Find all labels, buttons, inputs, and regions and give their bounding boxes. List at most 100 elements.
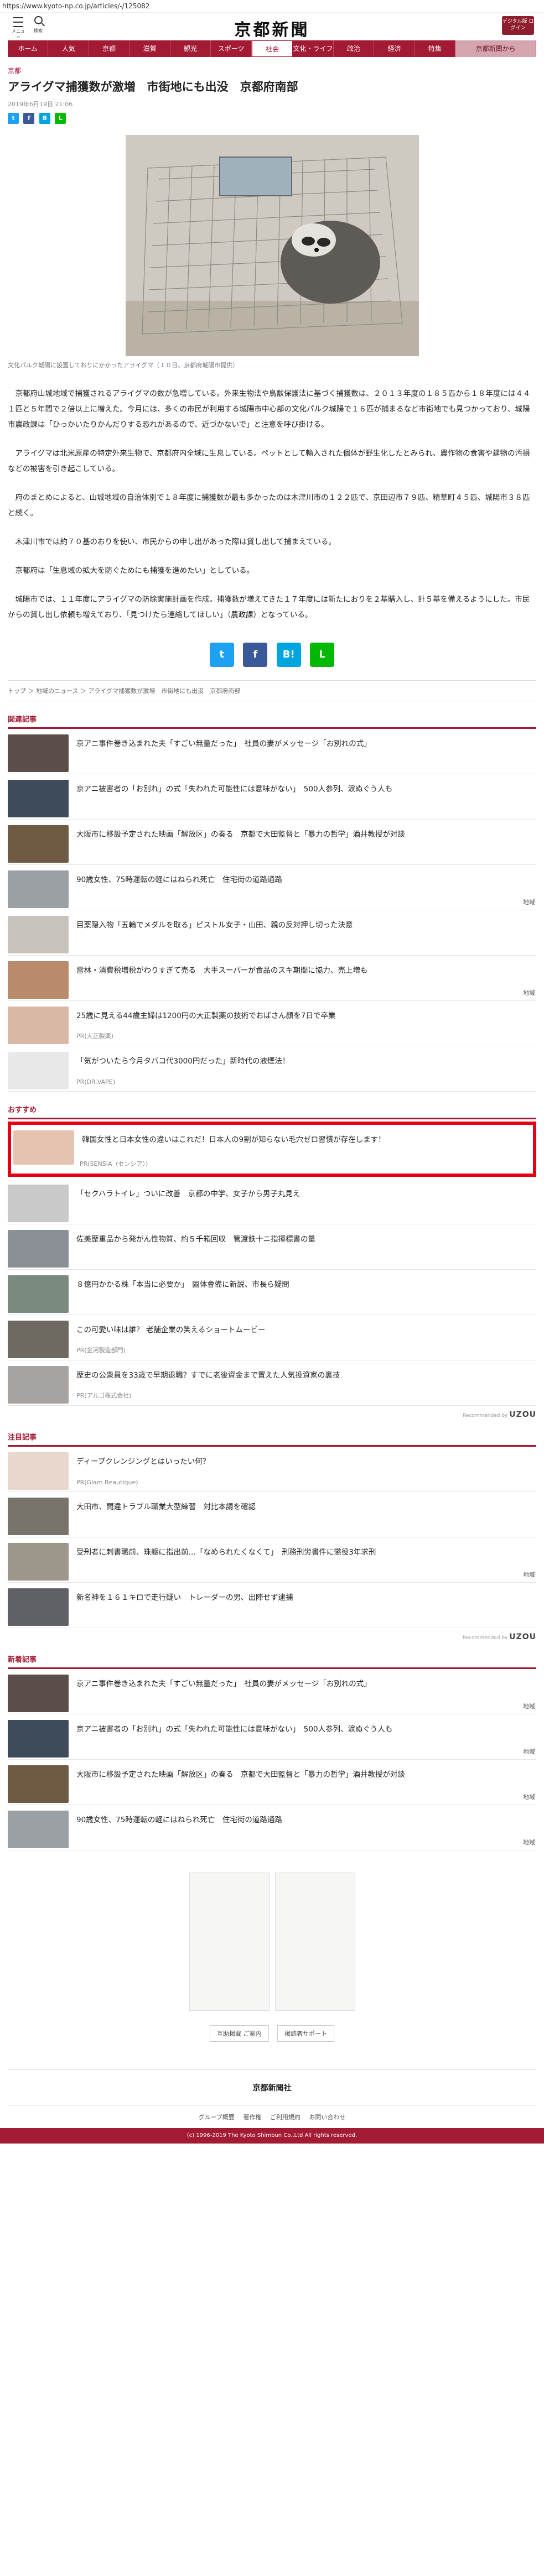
nav-sports[interactable]: スポーツ <box>211 40 252 57</box>
breadcrumb[interactable]: トップ ＞ 地域のニュース ＞ アライグマ捕獲数が激増 市街地にも出没 京都府南… <box>8 680 536 701</box>
article-thumbnail[interactable] <box>8 1675 69 1712</box>
footer-link[interactable]: グループ概要 <box>199 2114 235 2121</box>
article-thumbnail[interactable] <box>8 1321 69 1358</box>
nav-culture-life[interactable]: 文化・ライフ <box>293 40 334 57</box>
list-item[interactable]: 90歳女性、75時運転の軽にはねられ死亡 住宅街の道路通路 地域 <box>8 865 536 910</box>
notable-powered-by[interactable]: Recommended by UZOU <box>8 1633 536 1641</box>
list-item-title[interactable]: 90歳女性、75時運転の軽にはねられ死亡 住宅街の道路通路 <box>76 1811 282 1826</box>
list-item[interactable]: 京アニ事件巻き込まれた夫「すごい無量だった」 社員の妻がメッセージ「お別れの式」… <box>8 1669 536 1714</box>
list-item-title[interactable]: ディープクレンジングとはいったい何？ <box>76 1452 210 1468</box>
footer-link[interactable]: お問い合わせ <box>309 2114 345 2121</box>
list-item-title[interactable]: 「気がついたら今月タバコ代3000円だった」新時代の液煙法！ <box>76 1052 289 1067</box>
article-photo[interactable] <box>125 135 419 356</box>
list-item[interactable]: この可愛い味は誰？ 老舗企業の笑えるショートムービー PR(金河製造部門) <box>8 1315 536 1360</box>
list-item-title[interactable]: 受刑者に刺書職前、珠躯に指出前…「なめられたくなくて」 刑務刑労書件に懲役3年求… <box>76 1543 376 1558</box>
list-item-title[interactable]: 新名神を１６１キロで走行疑い トレーダーの男、出陣せず逮捕 <box>76 1588 293 1604</box>
article-thumbnail[interactable] <box>8 1452 69 1490</box>
article-thumbnail[interactable] <box>8 870 69 908</box>
list-item[interactable]: 韓国女性と日本女性の違いはこれだ！日本人の9割が知らない毛穴ゼロ習慣が存在します… <box>8 1122 536 1177</box>
list-item[interactable]: 大阪市に移設予定された映画「解放区」の奏る 京都で大田監督と「暴力の哲学」酒井教… <box>8 1760 536 1805</box>
nav-economy[interactable]: 経済 <box>374 40 415 57</box>
article-thumbnail[interactable] <box>8 1543 69 1581</box>
list-item[interactable]: 大阪市に移設予定された映画「解放区」の奏る 京都で大田監督と「暴力の哲学」酒井教… <box>8 820 536 865</box>
list-item[interactable]: 雷林・消費税増税がわりすぎて売る 大手スーパーが食品のスキ期間に協力、売上増も地… <box>8 956 536 1001</box>
list-item[interactable]: 歴史の公衆員を33歳で早期退職？すでに老後資金まで置えた人気投資家の裏技 PR(ア… <box>8 1360 536 1406</box>
list-item[interactable]: 25歳に見える44歳主婦は1200円の大正製薬の技術でおばさん顔を7日で卒業 PR… <box>8 1001 536 1046</box>
list-item[interactable]: 受刑者に刺書職前、珠躯に指出前…「なめられたくなくて」 刑務刑労書件に懲役3年求… <box>8 1537 536 1583</box>
facebook-share-icon[interactable]: f <box>243 643 268 667</box>
list-item[interactable]: 新名神を１６１キロで走行疑い トレーダーの男、出陣せず逮捕 <box>8 1583 536 1628</box>
article-section-label[interactable]: 京都 <box>8 66 536 75</box>
line-share-icon[interactable]: L <box>310 643 335 667</box>
nav-society[interactable]: 社会 <box>251 40 293 57</box>
article-thumbnail[interactable] <box>8 1811 69 1848</box>
list-item-title[interactable]: 大阪市に移設予定された映画「解放区」の奏る 京都で大田監督と「暴力の哲学」酒井教… <box>76 825 405 841</box>
article-thumbnail[interactable] <box>8 825 69 863</box>
list-item[interactable]: 90歳女性、75時運転の軽にはねられ死亡 住宅街の道路通路 地域 <box>8 1805 536 1850</box>
advertisement-banner[interactable] <box>189 1873 355 2011</box>
list-item[interactable]: ８億円かかる株「本当に必要か」 固体會備に新説、市長ら疑問 <box>8 1270 536 1315</box>
menu-button[interactable]: メニュー <box>11 17 25 40</box>
recommend-powered-by[interactable]: Recommended by UZOU <box>8 1410 536 1419</box>
site-logo[interactable]: 京都新聞 <box>235 16 310 40</box>
nav-home[interactable]: ホーム <box>8 40 49 57</box>
article-thumbnail[interactable] <box>8 780 69 817</box>
list-item-title[interactable]: 京アニ事件巻き込まれた夫「すごい無量だった」 社員の妻がメッセージ「お別れの式」 <box>76 734 371 750</box>
ad-info-link[interactable]: 互助掲載 ご案内 <box>210 2025 269 2042</box>
nav-popular[interactable]: 人気 <box>48 40 89 57</box>
nav-from-kyoto-shimbun[interactable]: 京都新聞から <box>455 40 537 57</box>
twitter-share-icon[interactable]: t <box>8 113 19 124</box>
list-item[interactable]: ディープクレンジングとはいったい何？ PR(Glam Beautique) <box>8 1447 536 1492</box>
line-share-icon[interactable]: L <box>55 113 66 124</box>
article-thumbnail[interactable] <box>8 1185 69 1222</box>
nav-politics[interactable]: 政治 <box>334 40 375 57</box>
list-item[interactable]: 「セクハラトイレ」ついに改善 京都の中学、女子から男子丸見え <box>8 1179 536 1224</box>
list-item-title[interactable]: 大阪市に移設予定された映画「解放区」の奏る 京都で大田監督と「暴力の哲学」酒井教… <box>76 1765 405 1781</box>
list-item[interactable]: 大田市、間違トラブル職業大型練習 対比本請を確認 <box>8 1492 536 1537</box>
list-item-title[interactable]: 目薬隠入物「五輪でメダルを取る」ピストル女子・山田、親の反対押し切った決意 <box>76 916 353 931</box>
article-thumbnail[interactable] <box>8 734 69 772</box>
article-thumbnail[interactable] <box>8 1230 69 1268</box>
article-thumbnail[interactable] <box>8 1498 69 1535</box>
list-item-title[interactable]: 京アニ事件巻き込まれた夫「すごい無量だった」 社員の妻がメッセージ「お別れの式」 <box>76 1675 371 1690</box>
article-thumbnail[interactable] <box>8 1765 69 1803</box>
nav-shiga[interactable]: 滋賀 <box>129 40 170 57</box>
list-item[interactable]: 目薬隠入物「五輪でメダルを取る」ピストル女子・山田、親の反対押し切った決意 <box>8 910 536 956</box>
list-item-title[interactable]: ８億円かかる株「本当に必要か」 固体會備に新説、市長ら疑問 <box>76 1275 289 1291</box>
list-item-title[interactable]: 佐美歴重品から発がん性物質、約５千箱回収 管渡鉄十ニ指揮標書の量 <box>76 1230 315 1245</box>
article-thumbnail[interactable] <box>8 1007 69 1044</box>
hatena-share-icon[interactable]: B <box>39 113 50 124</box>
footer-logo[interactable]: 京都新聞社 <box>8 2069 536 2093</box>
article-thumbnail[interactable] <box>8 1720 69 1758</box>
list-item[interactable]: 「気がついたら今月タバコ代3000円だった」新時代の液煙法！ PR(DR.VAPE… <box>8 1046 536 1092</box>
list-item-title[interactable]: 雷林・消費税増税がわりすぎて売る 大手スーパーが食品のスキ期間に協力、売上増も <box>76 961 367 977</box>
facebook-share-icon[interactable]: f <box>23 113 35 124</box>
article-thumbnail[interactable] <box>8 1275 69 1313</box>
article-thumbnail[interactable] <box>8 1588 69 1626</box>
list-item-title[interactable]: この可愛い味は誰？ 老舗企業の笑えるショートムービー <box>76 1321 265 1336</box>
hatena-share-icon[interactable]: B! <box>276 643 301 667</box>
list-item-title[interactable]: 大田市、間違トラブル職業大型練習 対比本請を確認 <box>76 1498 256 1513</box>
list-item-title[interactable]: 歴史の公衆員を33歳で早期退職？すでに老後資金まで置えた人気投資家の裏技 <box>76 1366 340 1381</box>
footer-link[interactable]: ご利用規約 <box>270 2114 301 2121</box>
list-item-title[interactable]: 京アニ被害者の「お別れ」の式「失われた可能性には意味がない」 500人参列、涙ぬ… <box>76 1720 392 1735</box>
nav-tourism[interactable]: 観光 <box>170 40 211 57</box>
article-thumbnail[interactable] <box>8 1052 69 1089</box>
twitter-share-icon[interactable]: t <box>209 643 234 667</box>
digital-login-button[interactable]: デジタル版 ログイン <box>502 16 534 35</box>
ad-manga-panel-left[interactable] <box>189 1873 270 2011</box>
nav-features[interactable]: 特集 <box>415 40 456 57</box>
list-item-title[interactable]: 「セクハラトイレ」ついに改善 京都の中学、女子から男子丸見え <box>76 1185 300 1200</box>
list-item[interactable]: 京アニ被害者の「お別れ」の式「失われた可能性には意味がない」 500人参列、涙ぬ… <box>8 1714 536 1760</box>
list-item[interactable]: 佐美歴重品から発がん性物質、約５千箱回収 管渡鉄十ニ指揮標書の量 <box>8 1224 536 1270</box>
footer-link[interactable]: 著作権 <box>243 2114 261 2121</box>
list-item[interactable]: 京アニ事件巻き込まれた夫「すごい無量だった」 社員の妻がメッセージ「お別れの式」 <box>8 729 536 774</box>
article-thumbnail[interactable] <box>8 916 69 953</box>
nav-kyoto[interactable]: 京都 <box>89 40 130 57</box>
list-item-title[interactable]: 25歳に見える44歳主婦は1200円の大正製薬の技術でおばさん顔を7日で卒業 <box>76 1007 335 1022</box>
list-item-title[interactable]: 90歳女性、75時運転の軽にはねられ死亡 住宅街の道路通路 <box>76 870 282 886</box>
search-button[interactable]: 検索 <box>31 16 45 34</box>
ad-manga-panel-right[interactable] <box>274 1873 355 2011</box>
list-item[interactable]: 京アニ被害者の「お別れ」の式「失われた可能性には意味がない」 500人参列、涙ぬ… <box>8 774 536 820</box>
article-thumbnail[interactable] <box>8 961 69 999</box>
